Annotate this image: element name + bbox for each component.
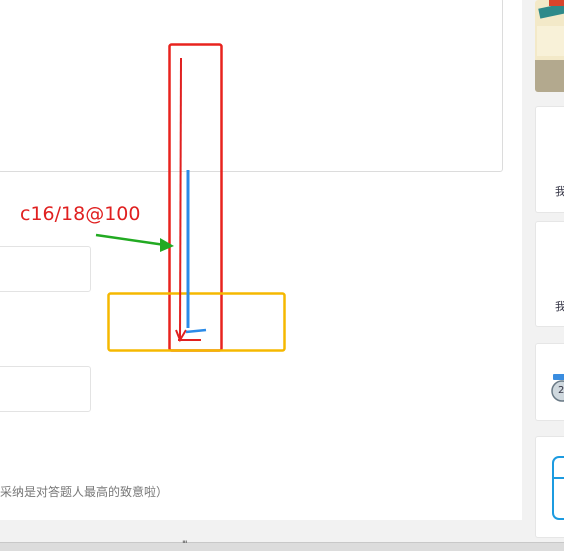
annotation-overlay [95,43,286,352]
orange-highlight-box [107,292,286,352]
sidebar-thumbnail[interactable] [535,0,564,92]
green-arrow-line [95,233,166,247]
sidebar-card-2-text: 我 [555,300,564,313]
thumbnail-image [535,0,564,92]
red-highlight-box [168,43,223,352]
green-arrow-head [160,238,174,252]
sidebar-card-3[interactable]: 2 [535,343,564,421]
sidebar-card-2[interactable]: 我 [535,221,564,327]
red-arrow-stroke [179,57,182,339]
badge-icon [551,374,564,402]
blue-arrow-tail [185,328,207,334]
card-frame-icon [552,456,564,520]
grip-handle-icon[interactable]: ''' [182,540,188,550]
right-sidebar: 我 我 2 [535,0,564,550]
annotation-label: c16/18@100 [20,203,141,225]
sidebar-card-1[interactable]: 我 [535,106,564,213]
sidebar-card-4[interactable] [535,436,564,538]
badge-number: 2 [558,385,564,396]
sidebar-card-1-text: 我 [555,185,564,198]
